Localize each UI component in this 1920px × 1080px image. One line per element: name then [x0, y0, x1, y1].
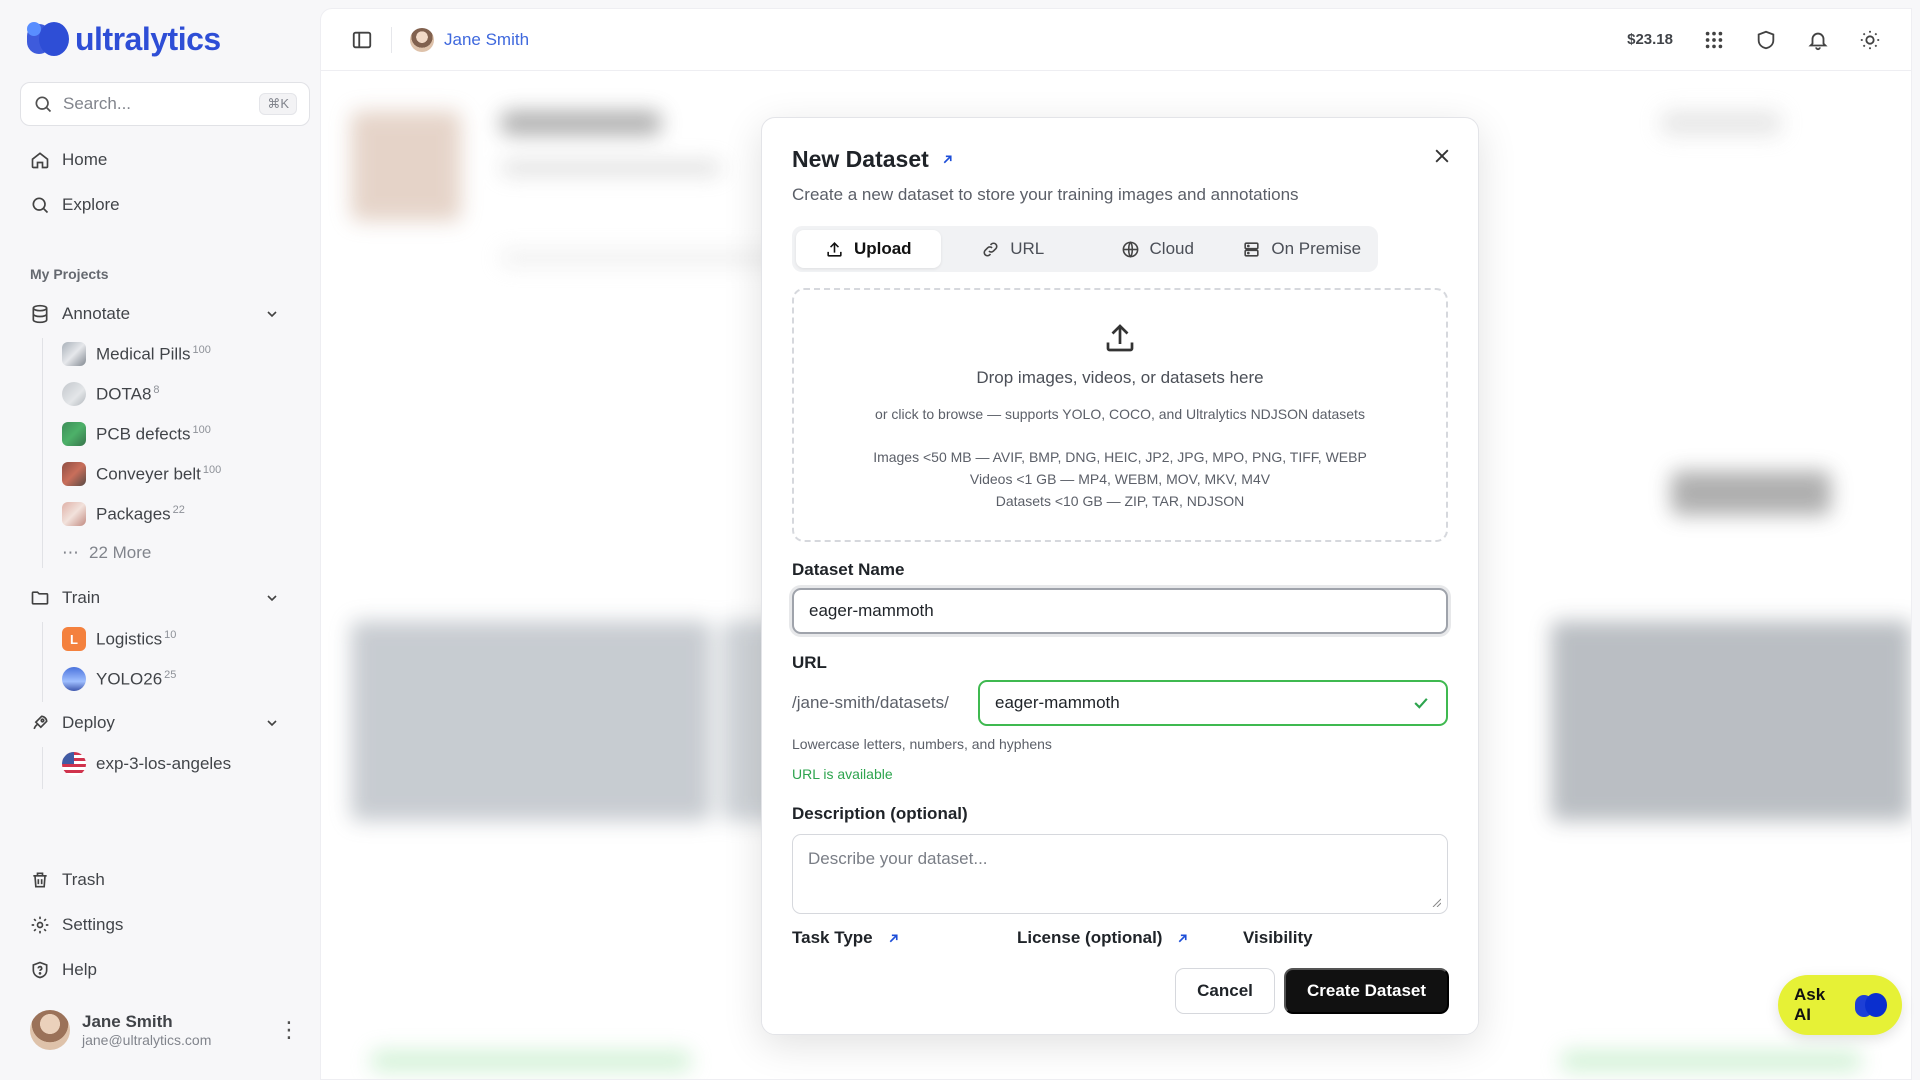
- description-placeholder: Describe your dataset...: [808, 849, 988, 868]
- task-type-label-text: Task Type: [792, 928, 873, 947]
- license-label: License (optional): [1017, 928, 1189, 948]
- tab-cloud[interactable]: Cloud: [1085, 230, 1230, 268]
- visibility-label-text: Visibility: [1243, 928, 1313, 947]
- visibility-label: Visibility: [1243, 928, 1313, 948]
- new-dataset-dialog: New Dataset Create a new dataset to stor…: [761, 117, 1479, 1035]
- tab-url[interactable]: URL: [941, 230, 1086, 268]
- url-slug-input[interactable]: eager-mammoth: [978, 680, 1448, 726]
- tab-url-label: URL: [1010, 239, 1045, 258]
- url-available-status: URL is available: [792, 766, 893, 782]
- tab-on-premise-label: On Premise: [1271, 239, 1362, 258]
- external-link-icon[interactable]: [1176, 932, 1189, 945]
- check-icon: [1414, 698, 1428, 709]
- ultralytics-ai-icon: [1854, 991, 1887, 1019]
- server-icon: [1244, 241, 1259, 257]
- tab-cloud-label: Cloud: [1149, 239, 1194, 258]
- url-prefix: /jane-smith/datasets/: [792, 693, 949, 712]
- format-datasets: Datasets <10 GB — ZIP, TAR, NDJSON: [995, 493, 1245, 509]
- dataset-name-input[interactable]: eager-mammoth: [792, 588, 1448, 634]
- dialog-title-text: New Dataset: [792, 146, 929, 172]
- create-dataset-button[interactable]: Create Dataset: [1284, 968, 1449, 1014]
- url-label: URL: [792, 653, 827, 672]
- upload-icon: [827, 241, 842, 257]
- dropzone-formats: Images <50 MB — AVIF, BMP, DNG, HEIC, JP…: [794, 446, 1446, 512]
- link-icon: [983, 241, 998, 257]
- dialog-subtitle: Create a new dataset to store your train…: [792, 185, 1299, 204]
- source-tabs: Upload URL Cloud On Premise: [792, 226, 1378, 272]
- external-link-icon[interactable]: [887, 932, 900, 945]
- file-dropzone[interactable]: Drop images, videos, or datasets here or…: [792, 288, 1448, 542]
- format-images: Images <50 MB — AVIF, BMP, DNG, HEIC, JP…: [873, 449, 1367, 465]
- format-videos: Videos <1 GB — MP4, WEBM, MOV, MKV, M4V: [969, 471, 1271, 487]
- dataset-name-value: eager-mammoth: [809, 601, 934, 620]
- tab-on-premise[interactable]: On Premise: [1230, 230, 1375, 268]
- dropzone-title: Drop images, videos, or datasets here: [976, 368, 1264, 387]
- dropzone-subtitle: or click to browse — supports YOLO, COCO…: [875, 406, 1365, 422]
- resize-handle-icon[interactable]: [1431, 897, 1441, 907]
- dataset-name-label: Dataset Name: [792, 560, 905, 579]
- close-icon[interactable]: [1432, 146, 1452, 166]
- cancel-button[interactable]: Cancel: [1175, 968, 1275, 1014]
- license-label-text: License (optional): [1017, 928, 1163, 947]
- ask-ai-label: Ask AI: [1794, 985, 1826, 1024]
- external-link-icon[interactable]: [941, 153, 954, 166]
- ask-ai-button[interactable]: Ask AI: [1778, 975, 1902, 1035]
- description-textarea[interactable]: Describe your dataset...: [792, 834, 1448, 914]
- globe-icon: [1122, 240, 1138, 258]
- description-label: Description (optional): [792, 804, 968, 823]
- dialog-title: New Dataset: [792, 146, 954, 173]
- task-type-label: Task Type: [792, 928, 900, 948]
- tab-upload-label: Upload: [853, 239, 912, 258]
- upload-icon: [1106, 324, 1134, 352]
- tab-upload[interactable]: Upload: [796, 230, 941, 268]
- url-slug-value: eager-mammoth: [995, 693, 1120, 712]
- url-hint: Lowercase letters, numbers, and hyphens: [792, 736, 1052, 752]
